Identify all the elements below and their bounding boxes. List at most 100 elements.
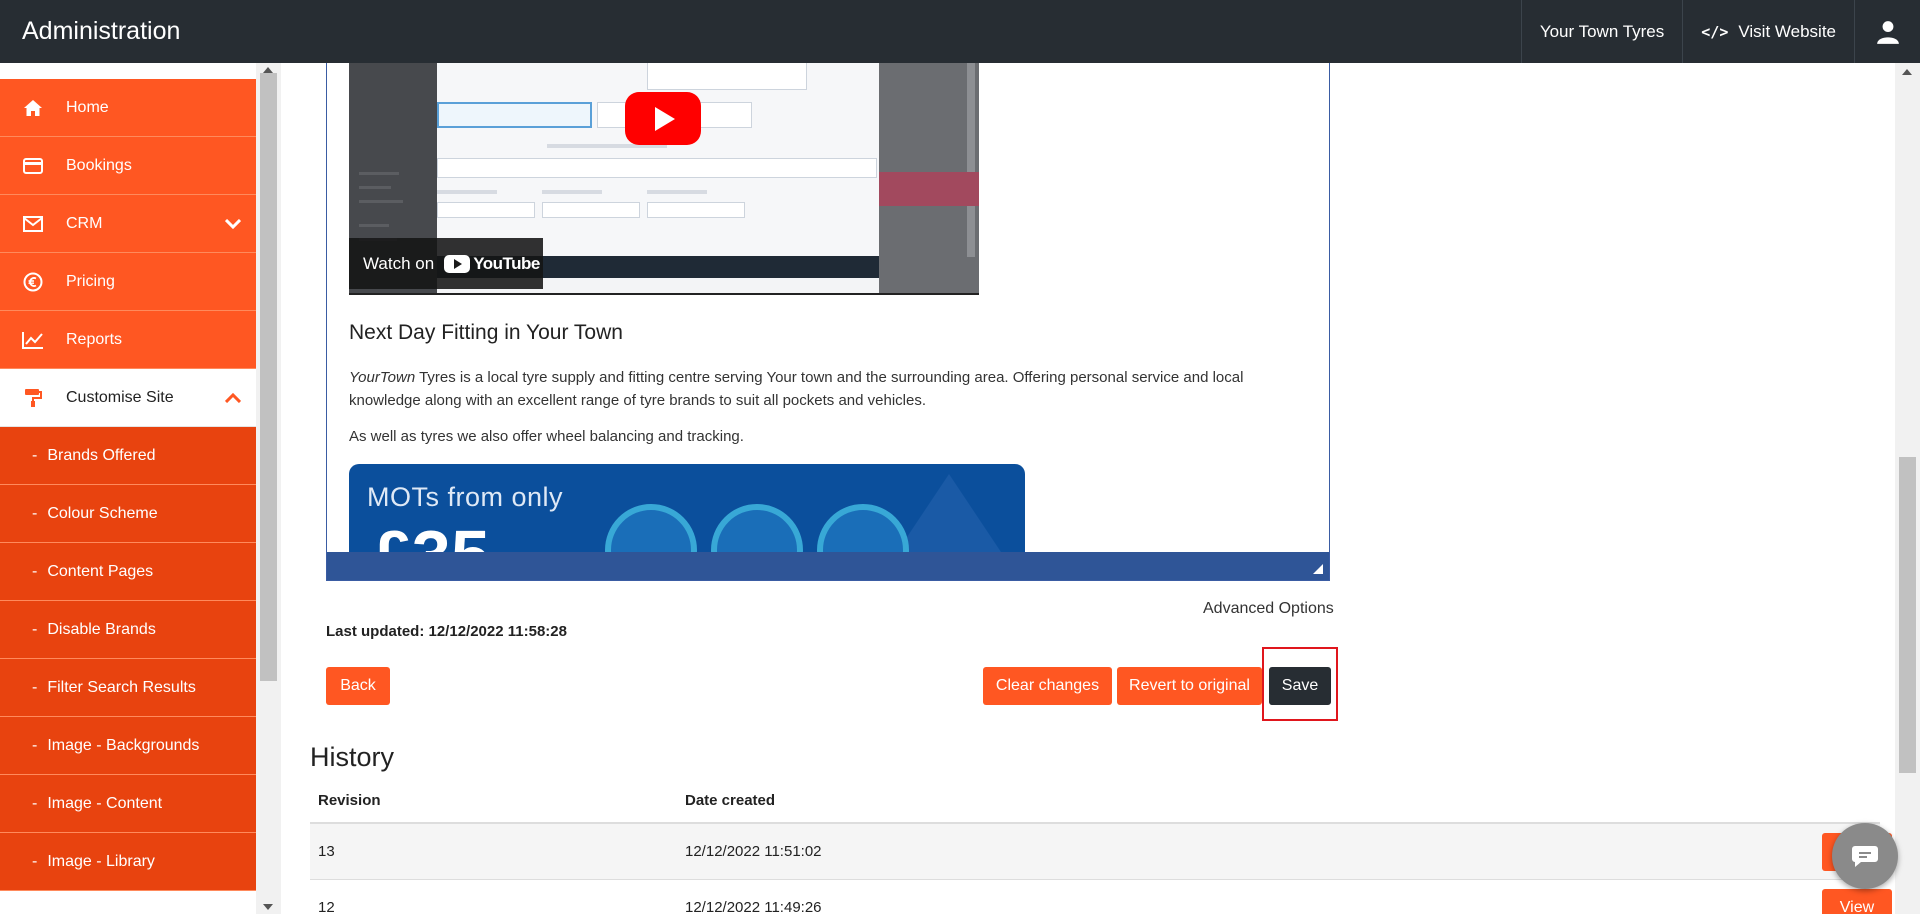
sidebar-subitem-image-library[interactable]: - Image - Library — [0, 833, 256, 891]
rich-text-editor[interactable]: Watch on YouTube Next Day Fitting in You… — [326, 63, 1330, 581]
revision-cell: 12 — [318, 899, 335, 914]
watch-on-youtube-link[interactable]: Watch on YouTube — [349, 238, 543, 289]
sidebar-item-label: Pricing — [66, 272, 115, 290]
dash-marker: - — [32, 446, 38, 464]
chart-line-icon — [0, 331, 66, 349]
sidebar-subitem-image-content[interactable]: - Image - Content — [0, 775, 256, 833]
sidebar-item-pricing[interactable]: Pricing — [0, 253, 256, 311]
history-title: History — [310, 742, 395, 772]
main-scrollbar[interactable] — [1895, 63, 1920, 914]
top-header: Administration Your Town Tyres </> Visit… — [0, 0, 1920, 63]
sidebar-item-reports[interactable]: Reports — [0, 311, 256, 369]
sidebar-subitem-filter-search-results[interactable]: - Filter Search Results — [0, 659, 256, 717]
table-row: 12 12/12/2022 11:49:26 View — [310, 880, 1892, 914]
revision-cell: 13 — [318, 843, 335, 860]
content-paragraph-2: As well as tyres we also offer wheel bal… — [349, 428, 744, 445]
site-name-link[interactable]: Your Town Tyres — [1520, 0, 1682, 63]
sidebar-subitem-label: Image - Backgrounds — [47, 736, 200, 754]
sidebar: Home Bookings CRM Pricing Reports Custom… — [0, 63, 256, 914]
date-cell: 12/12/2022 11:49:26 — [685, 899, 822, 914]
revert-to-original-button[interactable]: Revert to original — [1117, 667, 1262, 705]
chat-bubble-icon — [1852, 846, 1878, 867]
chevron-up-icon — [210, 392, 256, 403]
sidebar-item-crm[interactable]: CRM — [0, 195, 256, 253]
content-paragraph: YourTown Tyres is a local tyre supply an… — [349, 366, 1299, 412]
sidebar-subitem-label: Filter Search Results — [47, 678, 196, 696]
dash-marker: - — [32, 504, 38, 522]
content-heading: Next Day Fitting in Your Town — [349, 321, 623, 344]
youtube-video-embed[interactable]: Watch on YouTube — [349, 63, 979, 295]
history-table: Revision Date created 13 12/12/2022 11:5… — [310, 779, 1892, 914]
dash-marker: - — [32, 678, 38, 696]
paint-roller-icon — [0, 388, 66, 408]
euro-icon — [0, 272, 66, 292]
sidebar-subitem-label: Colour Scheme — [47, 504, 158, 522]
sidebar-item-label: Customise Site — [66, 388, 174, 406]
scroll-up-arrow-icon[interactable] — [1902, 69, 1912, 75]
history-table-header: Revision Date created — [310, 779, 1880, 824]
resize-handle-icon[interactable] — [1313, 564, 1323, 574]
sidebar-subitem-label: Disable Brands — [47, 620, 156, 638]
app-title: Administration — [22, 17, 181, 45]
chat-widget-button[interactable] — [1832, 823, 1898, 889]
sidebar-subitem-content-pages[interactable]: - Content Pages — [0, 543, 256, 601]
scrollbar-thumb[interactable] — [260, 73, 277, 681]
sidebar-subitem-disable-brands[interactable]: - Disable Brands — [0, 601, 256, 659]
sidebar-subitem-colour-scheme[interactable]: - Colour Scheme — [0, 485, 256, 543]
scooter-icon — [605, 504, 697, 554]
sidebar-item-label: Bookings — [66, 156, 132, 174]
youtube-play-button[interactable] — [625, 92, 701, 145]
table-row: 13 12/12/2022 11:51:02 View — [310, 824, 1892, 880]
dash-marker: - — [32, 736, 38, 754]
car-icon — [711, 504, 803, 554]
video-app-banner — [879, 172, 979, 206]
play-icon — [655, 106, 675, 131]
editor-content-area[interactable]: Watch on YouTube Next Day Fitting in You… — [349, 63, 1309, 554]
sidebar-subitem-label: Brands Offered — [47, 446, 156, 464]
sidebar-subitem-image-backgrounds[interactable]: - Image - Backgrounds — [0, 717, 256, 775]
sidebar-item-customise-site[interactable]: Customise Site — [0, 369, 256, 427]
chevron-down-icon — [210, 218, 256, 229]
sidebar-subitem-brands-offered[interactable]: - Brands Offered — [0, 427, 256, 485]
view-revision-button[interactable]: View — [1822, 889, 1892, 914]
sidebar-item-label: Reports — [66, 330, 123, 348]
column-header-date-created: Date created — [685, 792, 776, 809]
dash-marker: - — [32, 620, 38, 638]
banner-price: £35 — [373, 520, 490, 554]
scrollbar-thumb[interactable] — [1899, 457, 1916, 773]
dash-marker: - — [32, 852, 38, 870]
date-cell: 12/12/2022 11:51:02 — [685, 843, 822, 860]
youtube-wordmark: YouTube — [473, 253, 540, 273]
home-icon — [0, 99, 66, 117]
code-icon: </> — [1701, 22, 1729, 41]
banner-text: MOTs from only — [367, 482, 564, 512]
card-icon — [0, 157, 66, 174]
youtube-logo: YouTube — [444, 254, 540, 274]
advanced-options-link[interactable]: Advanced Options — [1203, 600, 1334, 618]
user-menu-button[interactable] — [1854, 0, 1920, 63]
sidebar-item-label: Home — [66, 98, 109, 116]
watch-on-label: Watch on — [363, 253, 435, 273]
sidebar-subitem-label: Image - Library — [47, 852, 155, 870]
back-button[interactable]: Back — [326, 667, 390, 705]
sidebar-scrollbar[interactable] — [256, 63, 281, 914]
dash-marker: - — [32, 562, 38, 580]
user-icon — [1876, 20, 1899, 44]
last-updated-text: Last updated: 12/12/2022 11:58:28 — [326, 623, 567, 640]
sidebar-item-bookings[interactable]: Bookings — [0, 137, 256, 195]
editor-statusbar — [327, 552, 1329, 580]
sidebar-subitem-label: Image - Content — [47, 794, 163, 812]
content-emphasis: YourTown — [349, 369, 416, 386]
clear-changes-button[interactable]: Clear changes — [983, 667, 1112, 705]
sidebar-subitem-label: Content Pages — [47, 562, 154, 580]
youtube-icon — [444, 254, 471, 273]
scroll-down-arrow-icon[interactable] — [263, 904, 273, 910]
mot-promo-banner: MOTs from only £35 — [349, 464, 1025, 554]
visit-website-link[interactable]: </> Visit Website — [1682, 0, 1854, 63]
column-header-revision: Revision — [318, 792, 381, 809]
envelope-icon — [0, 215, 66, 232]
content-paragraph-text: Tyres is a local tyre supply and fitting… — [349, 369, 1244, 409]
save-button[interactable]: Save — [1269, 667, 1331, 705]
site-name-label: Your Town Tyres — [1539, 21, 1665, 41]
sidebar-item-home[interactable]: Home — [0, 79, 256, 137]
